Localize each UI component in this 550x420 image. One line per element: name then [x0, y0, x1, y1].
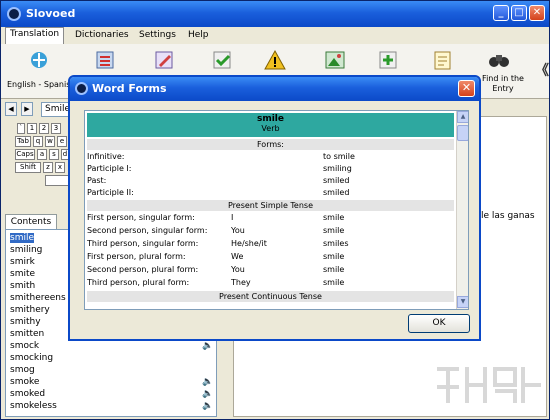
list-item[interactable]: smock	[10, 341, 39, 351]
add-icon	[379, 51, 397, 69]
menu-help[interactable]: Help	[184, 29, 213, 41]
warning-icon	[264, 49, 286, 70]
dialog-title-bar: Word Forms ✕	[70, 77, 479, 101]
language-switch-icon	[31, 52, 47, 68]
image-icon	[325, 51, 345, 69]
tool-button-2[interactable]	[93, 49, 121, 71]
key[interactable]: q	[33, 136, 43, 147]
menu-translation[interactable]: Translation	[5, 27, 65, 44]
notes-icon	[434, 51, 451, 70]
key[interactable]: Shift	[15, 162, 41, 173]
list-icon	[96, 51, 114, 69]
list-item[interactable]: smokeless	[10, 401, 57, 411]
speaker-icon[interactable]: 🔈	[202, 341, 213, 351]
table-row: Participle I: smiling	[87, 164, 352, 173]
list-item[interactable]: smithy	[10, 317, 41, 327]
headword: smile	[256, 114, 284, 124]
table-row: Infinitive: to smile	[87, 152, 355, 161]
space-key[interactable]	[45, 175, 69, 186]
key[interactable]: a	[37, 149, 47, 160]
table-row: First person, plural form: We smile	[87, 252, 345, 261]
back-arrow-icon[interactable]: ◀	[5, 102, 17, 116]
table-row: Past: smiled	[87, 176, 350, 185]
table-row: Third person, plural form: They smile	[87, 278, 345, 287]
language-switch-button[interactable]	[27, 49, 55, 71]
check-icon	[213, 51, 231, 69]
close-button[interactable]: ✕	[529, 5, 545, 21]
language-label: English - Spanish	[7, 80, 76, 89]
list-item[interactable]: smog	[10, 365, 35, 375]
vertical-scrollbar[interactable]: ▲ ▼	[456, 111, 468, 309]
list-item[interactable]: smith	[10, 281, 35, 291]
present-simple-header: Present Simple Tense	[87, 200, 454, 211]
list-item[interactable]: smithery	[10, 305, 50, 315]
find-label-2: Entry	[492, 84, 514, 93]
tool-button-5[interactable]	[263, 49, 291, 71]
find-in-entry-button[interactable]	[487, 49, 515, 71]
edit-icon	[155, 51, 173, 69]
part-of-speech: Verb	[261, 124, 280, 133]
title-bar: Slovoed _ □ ✕	[1, 1, 549, 27]
speaker-icon[interactable]: 🔈	[202, 389, 213, 399]
list-item[interactable]: smile	[10, 233, 34, 243]
forms-section-header: Forms:	[87, 139, 454, 150]
list-item[interactable]: smirk	[10, 257, 35, 267]
list-item[interactable]: smitten	[10, 329, 44, 339]
speaker-icon[interactable]: 🔈	[202, 401, 213, 411]
key[interactable]: Caps	[15, 149, 35, 160]
window-title: Slovoed	[26, 7, 76, 20]
key[interactable]: Tab	[15, 136, 31, 147]
tool-button-3[interactable]	[153, 49, 181, 71]
close-icon[interactable]: ✕	[458, 80, 475, 97]
ok-button[interactable]: OK	[408, 314, 470, 333]
list-item[interactable]: smoke	[10, 377, 39, 387]
scroll-thumb[interactable]	[457, 125, 468, 141]
tool-button-7[interactable]	[377, 49, 405, 71]
tool-button-6[interactable]	[323, 49, 351, 71]
menu-bar: Translation Dictionaries Settings Help	[1, 27, 549, 44]
list-item[interactable]: smiling	[10, 245, 42, 255]
table-row: Second person, singular form: You smile	[87, 226, 345, 235]
tab-contents[interactable]: Contents	[5, 214, 57, 229]
dialog-title: Word Forms	[92, 82, 167, 95]
key[interactable]: 3	[51, 123, 61, 134]
scroll-up-icon[interactable]: ▲	[457, 111, 468, 123]
tool-button-4[interactable]	[211, 49, 239, 71]
find-label-1: Find in the	[482, 74, 524, 83]
present-continuous-header: Present Continuous Tense	[87, 291, 454, 302]
key[interactable]: `	[17, 123, 25, 134]
app-icon	[7, 7, 21, 21]
key[interactable]: s	[49, 149, 59, 160]
translation-text: le las ganas	[481, 211, 535, 221]
list-item[interactable]: smithereens	[10, 293, 66, 303]
list-item[interactable]: smocking	[10, 353, 53, 363]
key[interactable]: x	[55, 162, 65, 173]
table-row: Participle II: smiled	[87, 188, 350, 197]
word-forms-dialog: Word Forms ✕ smile Verb Forms: Infinitiv…	[68, 75, 481, 341]
key[interactable]: w	[45, 136, 55, 147]
forward-arrow-icon[interactable]: ▶	[21, 102, 33, 116]
headword-header: smile Verb	[87, 113, 454, 137]
maximize-button[interactable]: □	[511, 5, 527, 21]
table-row: First person, singular form: I smile	[87, 213, 345, 222]
table-row: Third person, singular form: He/she/it s…	[87, 239, 349, 248]
tool-button-8[interactable]	[431, 49, 459, 71]
list-item[interactable]: smite	[10, 269, 35, 279]
minimize-button[interactable]: _	[493, 5, 509, 21]
menu-settings[interactable]: Settings	[135, 29, 180, 41]
scroll-down-icon[interactable]: ▼	[457, 296, 468, 308]
list-item[interactable]: smoked	[10, 389, 45, 399]
chevron-left-icon[interactable]: 《	[535, 60, 549, 80]
binoculars-icon	[489, 55, 509, 67]
key[interactable]: 1	[27, 123, 37, 134]
forms-table: smile Verb Forms: Infinitive: to smile P…	[84, 110, 469, 310]
menu-dictionaries[interactable]: Dictionaries	[71, 29, 133, 41]
speaker-icon[interactable]: 🔈	[202, 377, 213, 387]
table-row: Second person, plural form: You smile	[87, 265, 345, 274]
app-icon	[75, 82, 88, 95]
key[interactable]: 2	[39, 123, 49, 134]
key[interactable]: z	[43, 162, 53, 173]
watermark-logo	[437, 367, 541, 403]
key[interactable]: e	[57, 136, 67, 147]
